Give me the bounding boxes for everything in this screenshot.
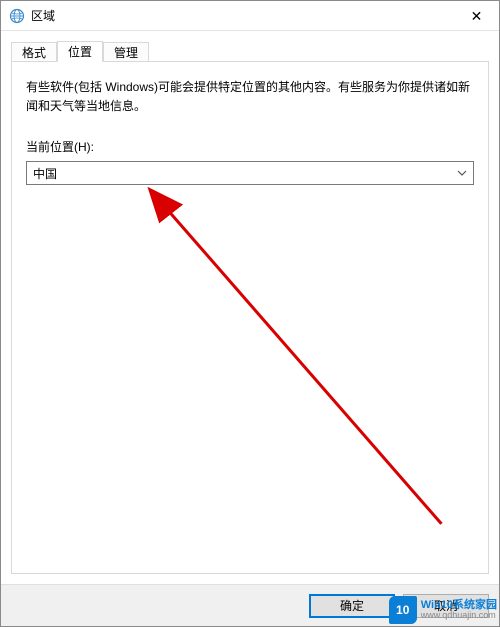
current-location-value: 中国 xyxy=(33,165,457,182)
close-icon: ✕ xyxy=(471,9,483,23)
cancel-button[interactable]: 取消 xyxy=(403,594,489,618)
button-label: 确定 xyxy=(340,597,364,614)
description-text: 有些软件(包括 Windows)可能会提供特定位置的其他内容。有些服务为你提供诸… xyxy=(26,78,474,116)
titlebar: 区域 ✕ xyxy=(1,1,499,31)
window-title: 区域 xyxy=(31,7,55,24)
tabstrip: 格式 位置 管理 xyxy=(11,39,489,61)
region-dialog: 区域 ✕ 格式 位置 管理 有些软件(包括 Windows)可能会提供特定位置的… xyxy=(0,0,500,627)
dialog-button-row: 确定 取消 xyxy=(1,584,499,626)
tab-location[interactable]: 位置 xyxy=(57,41,103,62)
globe-icon xyxy=(9,8,25,24)
current-location-dropdown[interactable]: 中国 xyxy=(26,161,474,185)
tab-format[interactable]: 格式 xyxy=(11,42,57,61)
current-location-label: 当前位置(H): xyxy=(26,138,474,155)
ok-button[interactable]: 确定 xyxy=(309,594,395,618)
tab-label: 管理 xyxy=(114,44,138,61)
tab-label: 格式 xyxy=(22,44,46,61)
tab-admin[interactable]: 管理 xyxy=(103,42,149,61)
tab-panel-location: 有些软件(包括 Windows)可能会提供特定位置的其他内容。有些服务为你提供诸… xyxy=(11,61,489,574)
chevron-down-icon xyxy=(457,168,467,179)
client-area: 格式 位置 管理 有些软件(包括 Windows)可能会提供特定位置的其他内容。… xyxy=(1,31,499,584)
close-button[interactable]: ✕ xyxy=(454,1,499,30)
tab-label: 位置 xyxy=(68,43,92,60)
button-label: 取消 xyxy=(434,597,458,614)
